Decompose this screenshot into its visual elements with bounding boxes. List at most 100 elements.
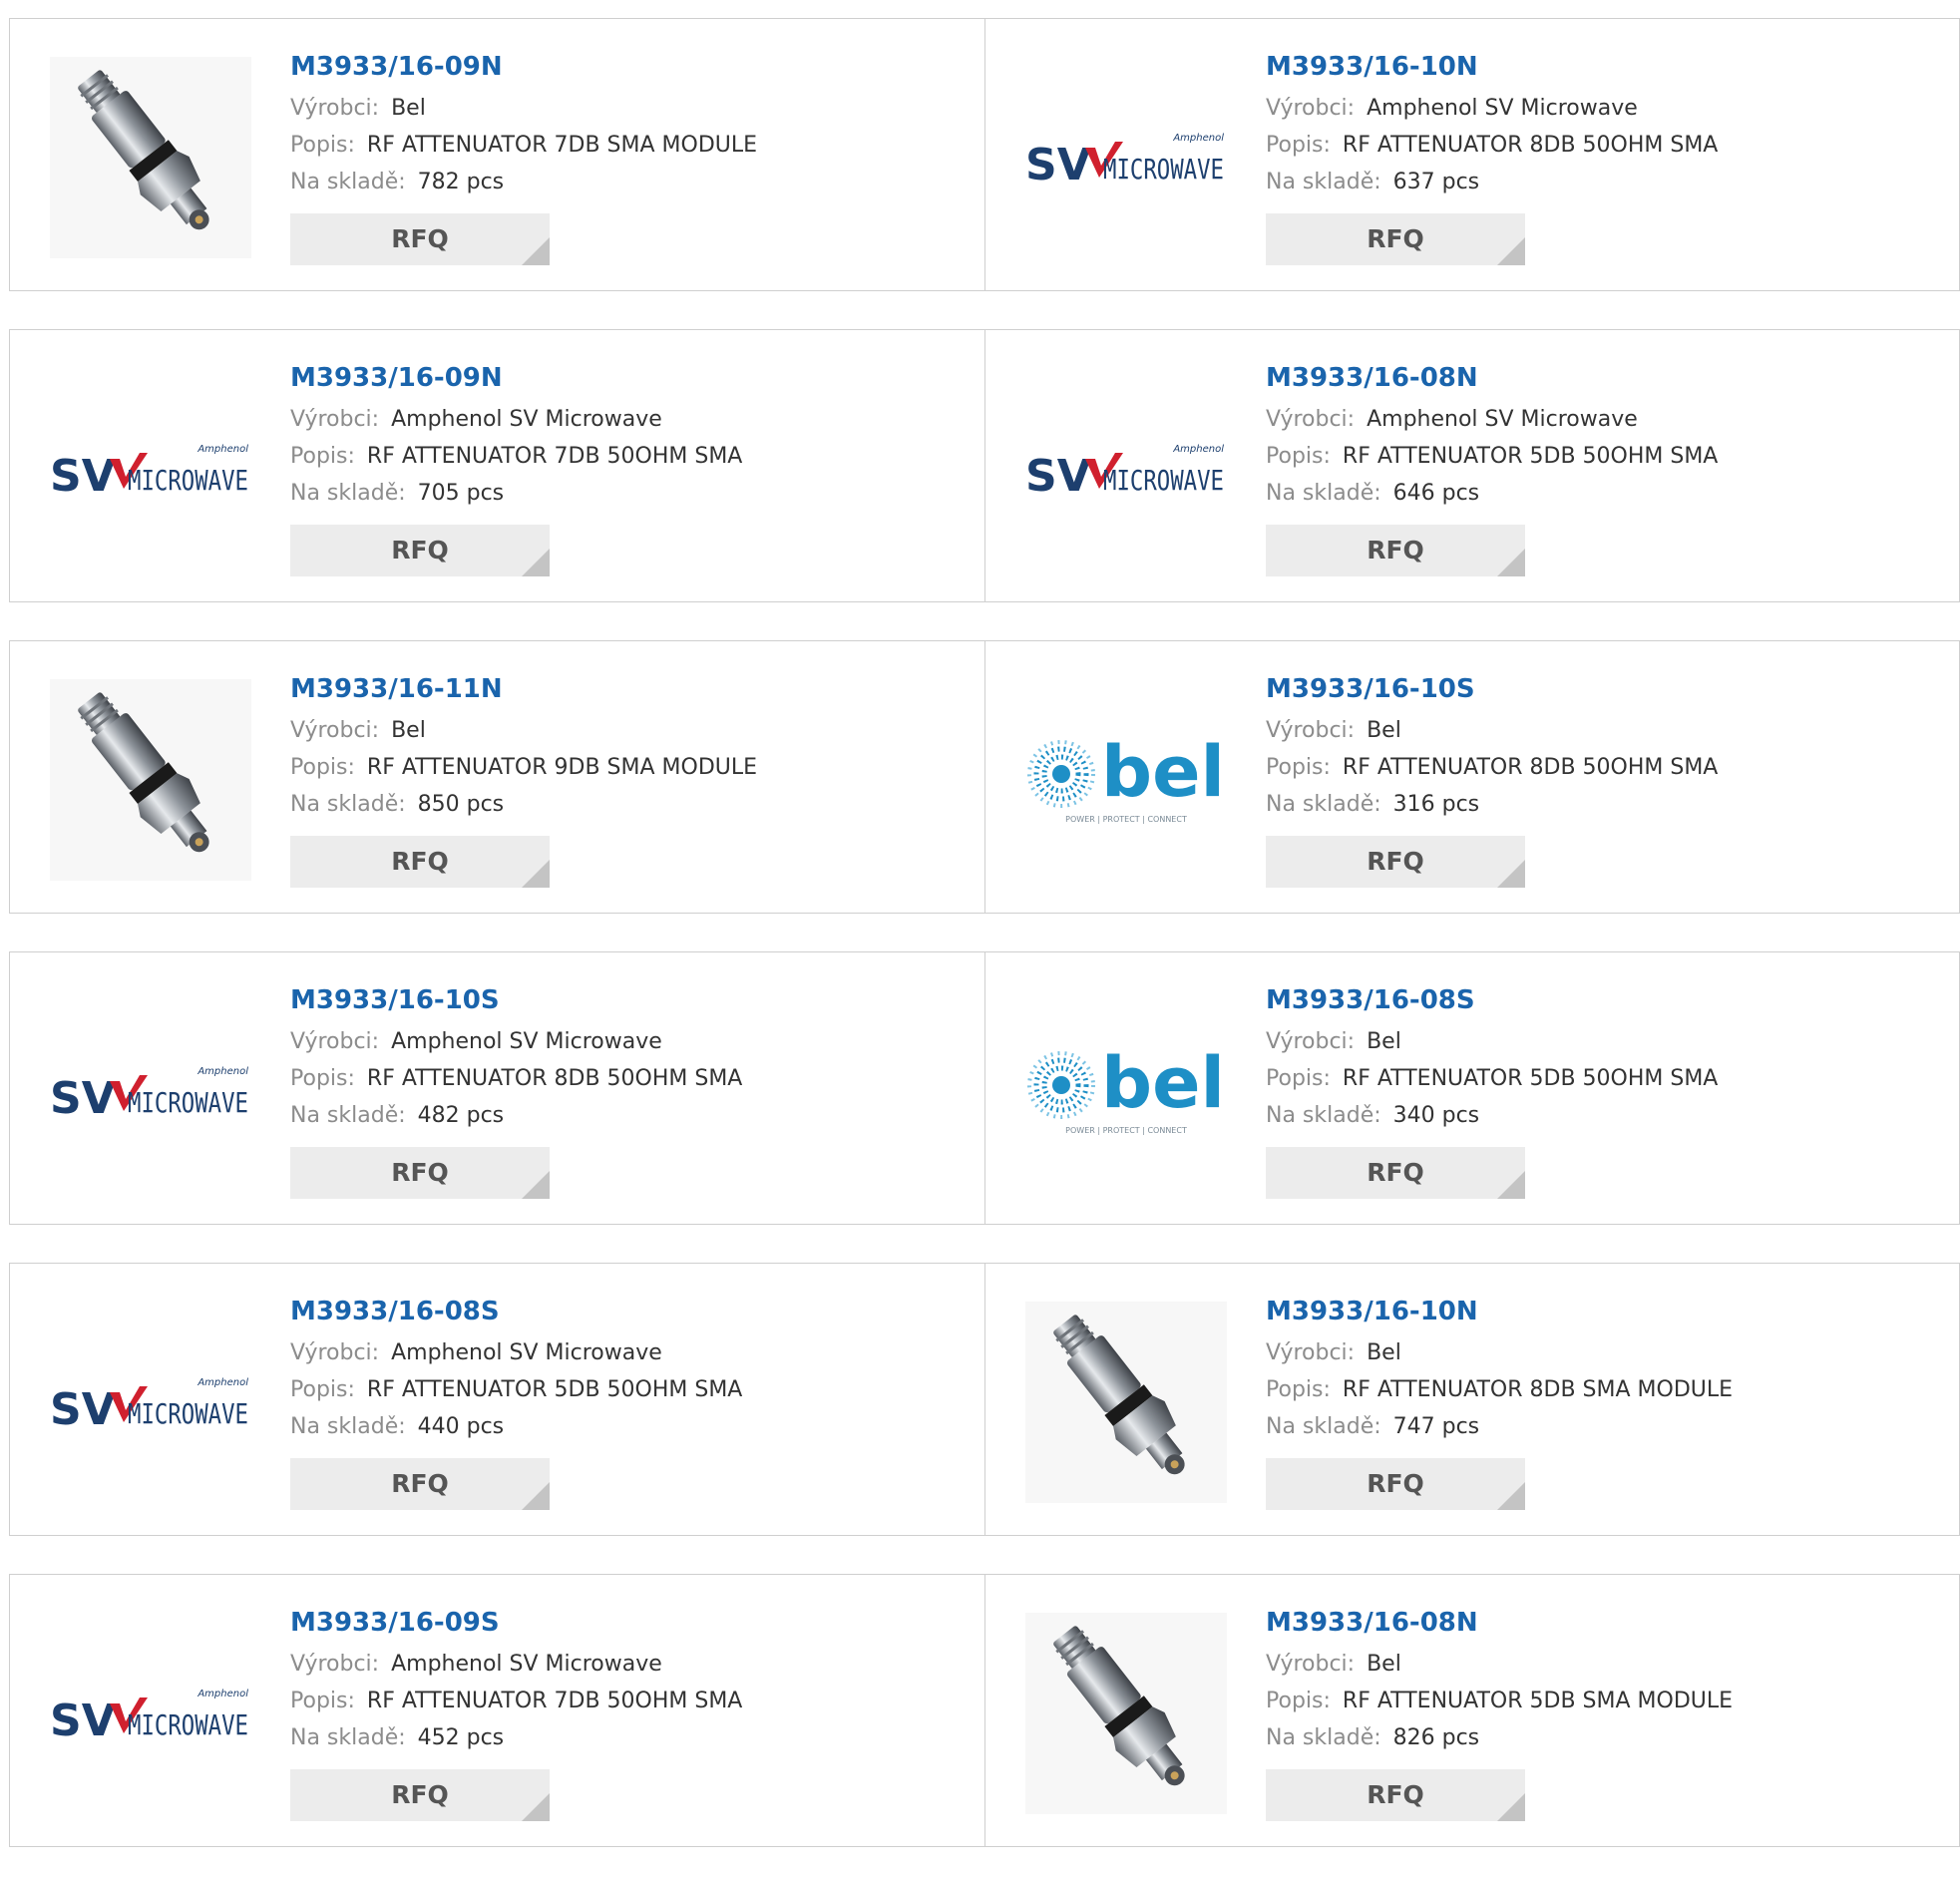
- sv-logo-mark: SV: [1025, 140, 1091, 188]
- product-thumbnail[interactable]: [50, 679, 251, 881]
- product-thumbnail[interactable]: bel POWER | PROTECT | CONNECT: [1025, 990, 1227, 1192]
- manufacturer-row: Výrobci: Amphenol SV Microwave: [290, 1646, 742, 1683]
- product-thumbnail[interactable]: Amphenol SV MICROWAVE: [50, 368, 251, 569]
- sv-logo-word: MICROWAVE: [1103, 464, 1224, 497]
- description-value: RF ATTENUATOR 7DB SMA MODULE: [366, 133, 758, 158]
- product-thumbnail[interactable]: Amphenol SV MICROWAVE: [50, 990, 251, 1192]
- bel-logo-burst: [1027, 1051, 1095, 1119]
- description-label: Popis:: [1266, 133, 1331, 158]
- rfq-button-label: RFQ: [391, 1469, 449, 1498]
- description-label: Popis:: [1266, 1689, 1331, 1713]
- description-value: RF ATTENUATOR 5DB 50OHM SMA: [1342, 1066, 1719, 1091]
- product-info: M3933/16-08S Výrobci: Amphenol SV Microwa…: [290, 1294, 742, 1510]
- stock-label: Na skladě:: [290, 170, 406, 194]
- manufacturer-value: Bel: [391, 718, 426, 743]
- sv-logo-mark: SV: [50, 1696, 116, 1743]
- stock-label: Na skladě:: [1266, 1414, 1381, 1439]
- stock-row: Na skladě: 637 pcs: [1266, 164, 1718, 200]
- rfq-button[interactable]: RFQ: [290, 1458, 550, 1510]
- rfq-button[interactable]: RFQ: [290, 213, 550, 265]
- stock-label: Na skladě:: [1266, 1103, 1381, 1128]
- description-value: RF ATTENUATOR 5DB SMA MODULE: [1342, 1689, 1734, 1713]
- rfq-button[interactable]: RFQ: [1266, 1769, 1525, 1821]
- sv-logo-word: MICROWAVE: [1103, 153, 1224, 186]
- corner-triangle-icon: [522, 1793, 550, 1821]
- product-info: M3933/16-10S Výrobci: Amphenol SV Microwa…: [290, 982, 742, 1199]
- part-number-link[interactable]: M3933/16-10N: [1266, 49, 1718, 85]
- stock-label: Na skladě:: [290, 792, 406, 817]
- part-number-link[interactable]: M3933/16-08N: [1266, 1605, 1733, 1641]
- description-label: Popis:: [1266, 444, 1331, 469]
- manufacturer-value: Bel: [1367, 1029, 1401, 1054]
- part-number-link[interactable]: M3933/16-10N: [1266, 1294, 1733, 1329]
- product-info: M3933/16-10S Výrobci: Bel Popis: RF ATTENU…: [1266, 671, 1718, 888]
- bel-logo-word: bel: [1101, 1042, 1225, 1124]
- manufacturer-value: Bel: [391, 96, 426, 121]
- product-info: M3933/16-08N Výrobci: Amphenol SV Microwa…: [1266, 360, 1718, 576]
- rfq-button[interactable]: RFQ: [1266, 1147, 1525, 1199]
- product-row: Amphenol SV MICROWAVE M3933/16-10S Výrob…: [9, 951, 1960, 1225]
- stock-value: 316 pcs: [1392, 792, 1480, 817]
- manufacturer-row: Výrobci: Amphenol SV Microwave: [1266, 90, 1718, 127]
- stock-value: 826 pcs: [1392, 1725, 1480, 1750]
- stock-row: Na skladě: 482 pcs: [290, 1097, 742, 1134]
- rfq-button[interactable]: RFQ: [290, 836, 550, 888]
- part-number-link[interactable]: M3933/16-09N: [290, 360, 742, 396]
- product-thumbnail[interactable]: bel POWER | PROTECT | CONNECT: [1025, 679, 1227, 881]
- product-card: Amphenol SV MICROWAVE M3933/16-10N Výrob…: [984, 19, 1959, 290]
- product-thumbnail[interactable]: Amphenol SV MICROWAVE: [1025, 57, 1227, 258]
- product-thumbnail[interactable]: [1025, 1613, 1227, 1814]
- product-thumbnail[interactable]: Amphenol SV MICROWAVE: [50, 1613, 251, 1814]
- stock-row: Na skladě: 440 pcs: [290, 1408, 742, 1445]
- part-number-link[interactable]: M3933/16-09S: [290, 1605, 742, 1641]
- corner-triangle-icon: [522, 860, 550, 888]
- product-card: M3933/16-09N Výrobci: Bel Popis: RF ATTENU…: [10, 19, 984, 290]
- product-row: Amphenol SV MICROWAVE M3933/16-09S Výrob…: [9, 1574, 1960, 1847]
- stock-value: 850 pcs: [417, 792, 505, 817]
- rfq-button-label: RFQ: [391, 1158, 449, 1187]
- product-thumbnail[interactable]: [50, 57, 251, 258]
- description-value: RF ATTENUATOR 5DB 50OHM SMA: [366, 1377, 743, 1402]
- description-label: Popis:: [1266, 1377, 1331, 1402]
- rfq-button[interactable]: RFQ: [290, 525, 550, 576]
- stock-row: Na skladě: 747 pcs: [1266, 1408, 1733, 1445]
- part-number-link[interactable]: M3933/16-08S: [290, 1294, 742, 1329]
- sv-logo-mark: SV: [1025, 451, 1091, 499]
- rfq-button[interactable]: RFQ: [1266, 525, 1525, 576]
- manufacturer-value: Amphenol SV Microwave: [1367, 407, 1638, 432]
- part-number-link[interactable]: M3933/16-10S: [1266, 671, 1718, 707]
- product-card: Amphenol SV MICROWAVE M3933/16-08S Výrob…: [10, 1264, 984, 1535]
- product-row: Amphenol SV MICROWAVE M3933/16-09N Výrob…: [9, 329, 1960, 602]
- description-row: Popis: RF ATTENUATOR 7DB 50OHM SMA: [290, 438, 742, 475]
- product-info: M3933/16-10N Výrobci: Bel Popis: RF ATTENU…: [1266, 1294, 1733, 1510]
- product-grid: M3933/16-09N Výrobci: Bel Popis: RF ATTENU…: [9, 18, 1960, 1885]
- corner-triangle-icon: [1497, 549, 1525, 576]
- product-thumbnail[interactable]: [1025, 1302, 1227, 1503]
- manufacturer-row: Výrobci: Amphenol SV Microwave: [1266, 401, 1718, 438]
- product-card: bel POWER | PROTECT | CONNECT M3933/16-0…: [984, 952, 1959, 1224]
- stock-value: 747 pcs: [1392, 1414, 1480, 1439]
- manufacturer-value: Amphenol SV Microwave: [391, 1652, 662, 1677]
- part-number-link[interactable]: M3933/16-10S: [290, 982, 742, 1018]
- part-number-link[interactable]: M3933/16-09N: [290, 49, 757, 85]
- corner-triangle-icon: [1497, 1171, 1525, 1199]
- sv-microwave-logo: Amphenol SV MICROWAVE: [50, 1689, 248, 1743]
- description-label: Popis:: [290, 133, 355, 158]
- part-number-link[interactable]: M3933/16-08S: [1266, 982, 1718, 1018]
- part-number-link[interactable]: M3933/16-08N: [1266, 360, 1718, 396]
- description-label: Popis:: [290, 755, 355, 780]
- description-label: Popis:: [290, 1689, 355, 1713]
- rfq-button[interactable]: RFQ: [290, 1769, 550, 1821]
- stock-label: Na skladě:: [290, 481, 406, 506]
- stock-row: Na skladě: 316 pcs: [1266, 786, 1718, 823]
- rfq-button[interactable]: RFQ: [1266, 213, 1525, 265]
- sv-logo-mark: SV: [50, 451, 116, 499]
- attenuator-photo: [50, 57, 251, 258]
- rfq-button[interactable]: RFQ: [1266, 836, 1525, 888]
- description-row: Popis: RF ATTENUATOR 9DB SMA MODULE: [290, 749, 757, 786]
- product-thumbnail[interactable]: Amphenol SV MICROWAVE: [1025, 368, 1227, 569]
- rfq-button[interactable]: RFQ: [1266, 1458, 1525, 1510]
- part-number-link[interactable]: M3933/16-11N: [290, 671, 757, 707]
- rfq-button[interactable]: RFQ: [290, 1147, 550, 1199]
- product-thumbnail[interactable]: Amphenol SV MICROWAVE: [50, 1302, 251, 1503]
